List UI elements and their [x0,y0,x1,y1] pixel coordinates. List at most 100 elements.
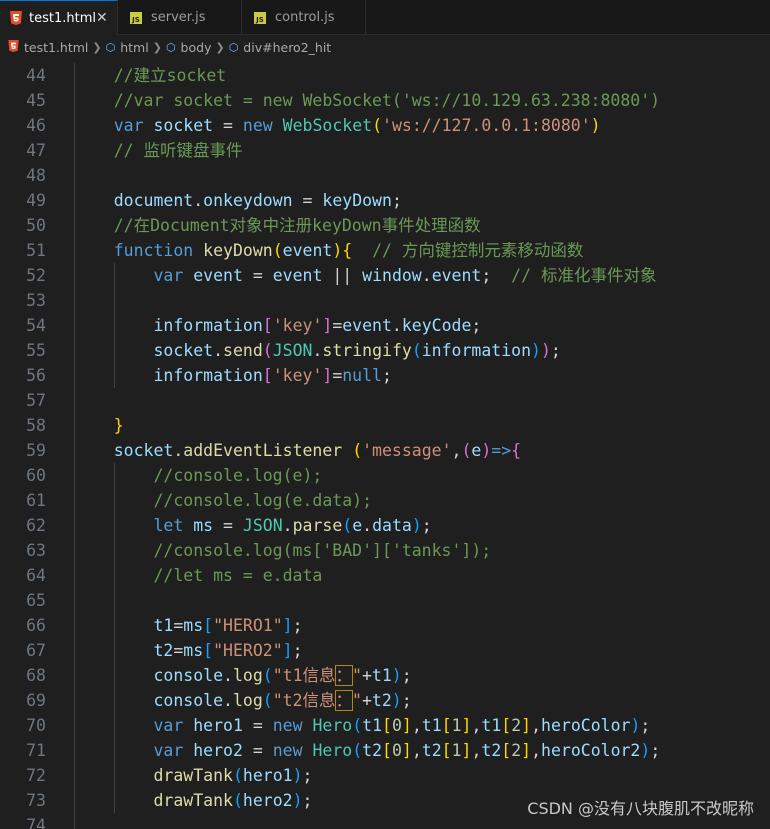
line-number: 64 [26,566,46,585]
code-token: event [282,241,333,260]
code-token: ( [232,766,243,785]
code-text: //var socket = new WebSocket('ws://10.12… [74,88,660,113]
code-token: [ [382,716,392,735]
line-number: 57 [26,391,46,410]
code-token: . [421,266,432,285]
code-token: ; [481,266,512,285]
code-token: { [342,241,353,260]
code-token: ms [193,516,214,535]
line-number: 45 [26,91,46,110]
code-line: 71 var hero2 = new Hero(t2[0],t2[1],t2[2… [0,738,770,763]
code-token: ; [550,341,561,360]
line-number: 66 [26,616,46,635]
code-token: ) [640,741,651,760]
svg-text:JS: JS [255,16,264,24]
js-icon: JS [252,10,268,26]
code-line: 62 let ms = JSON.parse(e.data); [0,513,770,538]
line-number: 74 [26,816,46,829]
code-token: information [421,341,532,360]
code-token: // 标准化事件对象 [511,266,657,285]
code-token: = [332,316,343,335]
code-token: ( [262,341,273,360]
code-token: { [511,441,522,460]
code-token: , [411,716,422,735]
code-token: ( [352,716,363,735]
code-text: //建立socket [74,63,226,88]
code-text: //console.log(e.data); [74,488,372,513]
tab-label: test1.html [29,10,96,26]
svg-text:JS: JS [131,16,140,24]
code-token: // 方向键控制元素移动函数 [372,241,584,260]
code-token: ) [411,516,422,535]
code-token: ] [322,366,333,385]
code-token: ) [292,766,303,785]
code-line: 50 //在Document对象中注册keyDown事件处理函数 [0,213,770,238]
code-token: null [342,366,382,385]
code-token: ( [262,691,273,710]
code-token: stringify [322,341,412,360]
code-token: ： [334,665,354,686]
code-token: ] [461,741,472,760]
code-text: socket.addEventListener ('message',(e)=>… [74,438,521,463]
breadcrumb-item-html[interactable]: ⬡ html [106,40,149,55]
code-token: e [352,516,363,535]
code-token: event [272,266,323,285]
code-token: ( [352,741,363,760]
tab-test1-html[interactable]: test1.html ✕ [0,0,118,35]
tab-server-js[interactable]: JS server.js [118,0,242,35]
code-token: parse [292,516,343,535]
line-number: 70 [26,716,46,735]
code-token: [ [441,716,452,735]
tab-control-js[interactable]: JS control.js [242,0,366,35]
code-token: ms [183,641,204,660]
breadcrumb-item-file[interactable]: test1.html [8,39,88,55]
code-token: information [153,316,263,335]
code-token: . [223,666,233,685]
line-number: 69 [26,691,46,710]
close-icon[interactable]: ✕ [96,10,108,26]
code-text: information['key']=event.keyCode; [74,313,481,338]
code-line: 55 socket.send(JSON.stringify(informatio… [0,338,770,363]
code-token: ; [401,666,412,685]
code-token: t1 [421,716,442,735]
line-number: 49 [26,191,46,210]
code-text: //在Document对象中注册keyDown事件处理函数 [74,213,481,238]
code-text: //let ms = e.data [74,563,322,588]
code-token: , [531,741,542,760]
code-token: " [352,691,362,710]
line-number: 58 [26,416,46,435]
code-token: ( [262,666,273,685]
code-token: t1 [481,716,502,735]
code-token: 2 [511,716,522,735]
code-token: console [153,666,224,685]
code-line: 66 t1=ms["HERO1"]; [0,613,770,638]
code-token: [ [382,741,392,760]
code-text: // 监听键盘事件 [74,138,243,163]
code-text: drawTank(hero1); [74,763,312,788]
breadcrumb-item-body[interactable]: ⬡ body [166,40,212,55]
code-editor[interactable]: 44 //建立socket 45 //var socket = new WebSo… [0,63,770,829]
line-number: 48 [26,166,46,185]
element-cube-icon: ⬡ [165,40,176,54]
code-token: var [153,266,184,285]
line-number: 63 [26,541,46,560]
code-line: 72 drawTank(hero1); [0,763,770,788]
code-token: e [471,441,482,460]
code-token: = [213,116,243,135]
breadcrumb-item-div[interactable]: ⬡ div#hero2_hit [229,40,332,55]
code-token: // 监听键盘事件 [74,141,243,160]
code-token: //建立socket [74,66,227,85]
line-number: 61 [26,491,46,510]
code-line: 56 information['key']=null; [0,363,770,388]
editor-tab-bar: test1.html ✕ JS server.js JS control.js [0,0,770,35]
code-token: heroColor2 [541,741,641,760]
code-text: var socket = new WebSocket('ws://127.0.0… [74,113,601,138]
code-token: t1 [371,666,392,685]
indent-guide [114,463,115,813]
line-number: 53 [26,291,46,310]
code-text: information['key']=null; [74,363,391,388]
